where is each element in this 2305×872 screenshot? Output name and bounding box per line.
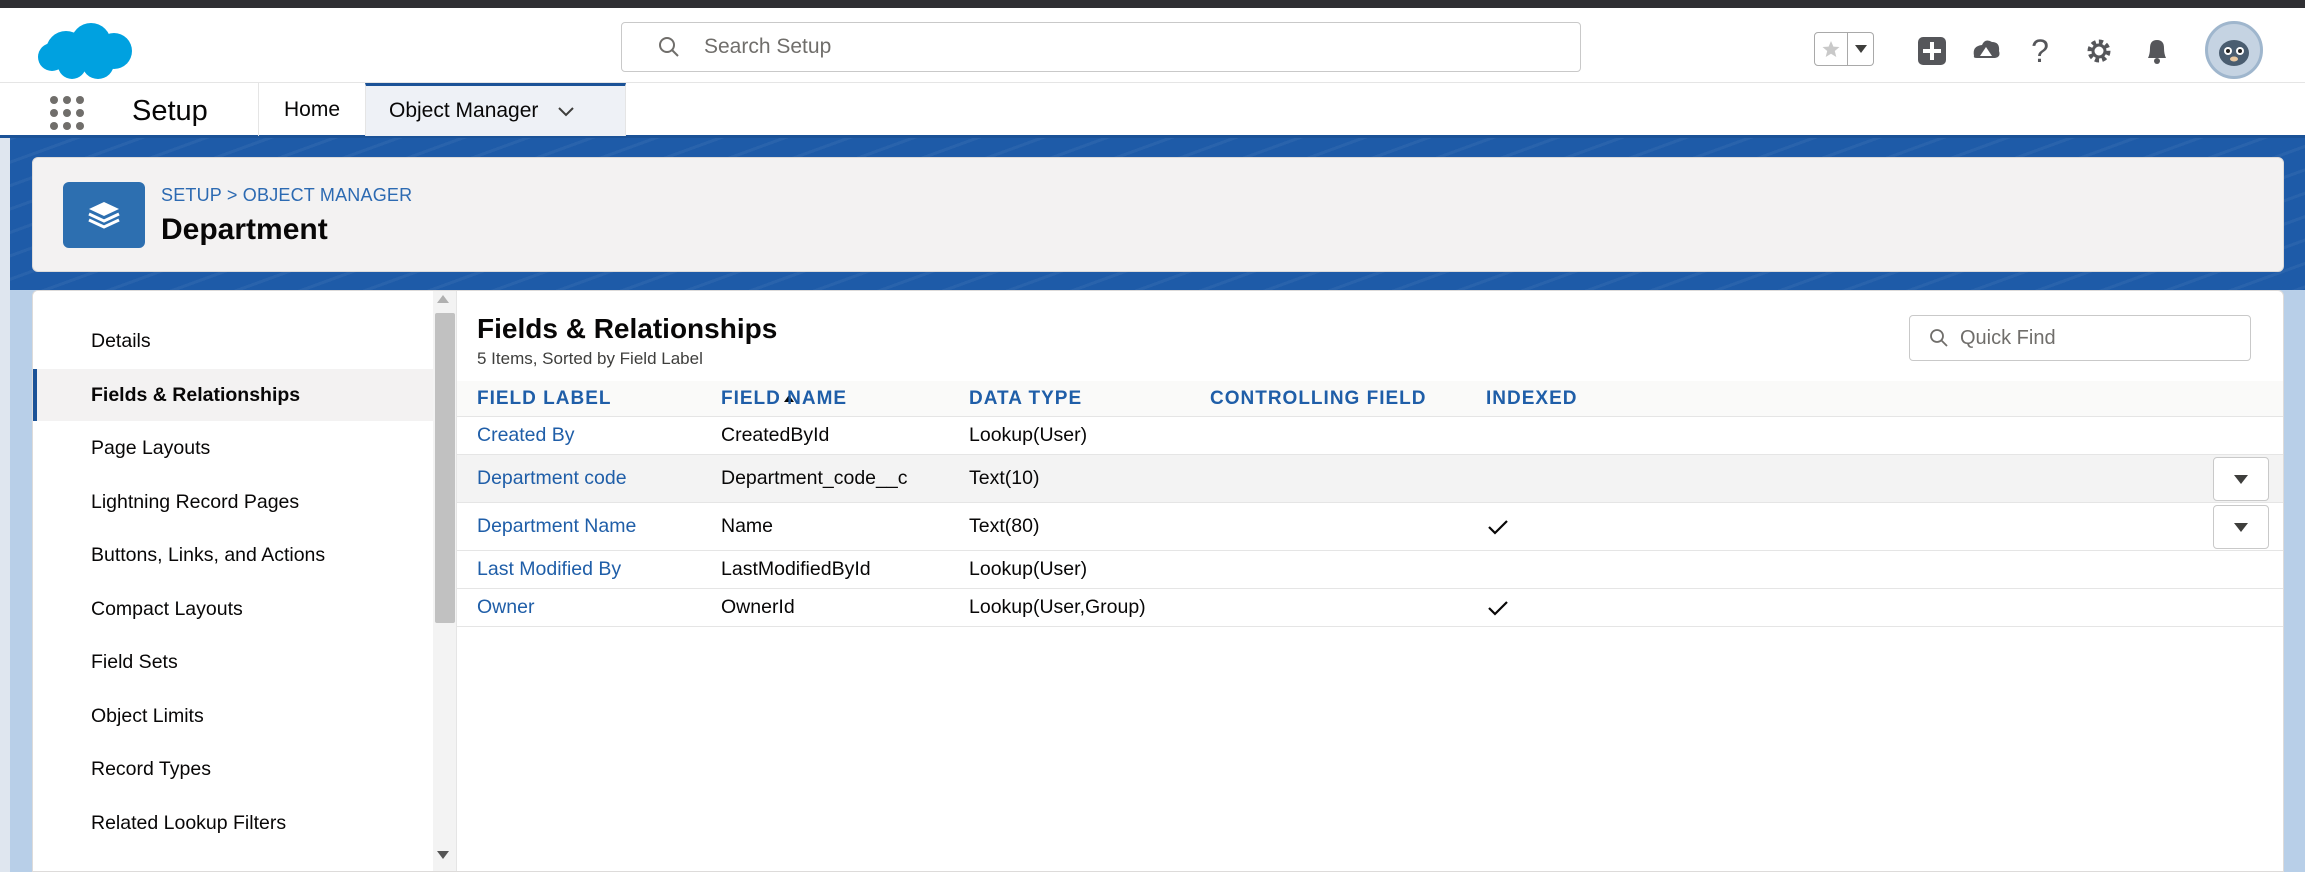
- scroll-up-arrow-icon[interactable]: [437, 295, 449, 303]
- favorites-star-icon[interactable]: [1814, 32, 1848, 66]
- breadcrumb[interactable]: SETUP > OBJECT MANAGER: [161, 185, 412, 206]
- column-header-data-type[interactable]: DATA TYPE: [969, 381, 1082, 417]
- sidebar-item-buttons-links-actions[interactable]: Buttons, Links, and Actions: [33, 529, 433, 581]
- content-subtitle: 5 Items, Sorted by Field Label: [477, 349, 703, 368]
- field-label-link[interactable]: Created By: [477, 417, 575, 454]
- row-actions-menu-button[interactable]: [2213, 457, 2269, 501]
- chevron-down-icon: [2234, 474, 2248, 484]
- app-launcher-icon[interactable]: [50, 96, 90, 130]
- help-icon[interactable]: ?: [2024, 35, 2056, 67]
- sidebar-item-lightning-record-pages[interactable]: Lightning Record Pages: [33, 476, 433, 528]
- chevron-down-icon: [2234, 522, 2248, 532]
- table-row: Last Modified By LastModifiedById Lookup…: [457, 551, 2283, 589]
- data-type-cell: Text(10): [969, 467, 1040, 489]
- object-sidebar: Details Fields & Relationships Page Layo…: [33, 291, 433, 871]
- chevron-down-icon[interactable]: [554, 99, 578, 123]
- favorites-menu-icon[interactable]: [1848, 32, 1874, 66]
- sidebar-item-object-limits[interactable]: Object Limits: [33, 690, 433, 742]
- sidebar-item-compact-layouts[interactable]: Compact Layouts: [33, 583, 433, 635]
- window-top-strip: [0, 0, 2305, 8]
- sidebar-scrollbar[interactable]: [433, 291, 457, 871]
- setup-gear-icon[interactable]: [2083, 35, 2115, 67]
- field-name-cell: CreatedById: [721, 424, 830, 446]
- indexed-check-icon: [1487, 589, 1509, 626]
- column-header-field-name[interactable]: FIELD NAME: [721, 381, 847, 417]
- object-detail-body: Details Fields & Relationships Page Layo…: [32, 290, 2284, 872]
- sidebar-item-record-types[interactable]: Record Types: [33, 743, 433, 795]
- field-label-link[interactable]: Last Modified By: [477, 551, 621, 588]
- data-type-cell: Lookup(User,Group): [969, 596, 1146, 618]
- table-row: Department code Department_code__c Text(…: [457, 455, 2283, 503]
- sidebar-item-page-layouts[interactable]: Page Layouts: [33, 422, 433, 474]
- field-name-cell: LastModifiedById: [721, 558, 871, 580]
- row-actions-menu-button[interactable]: [2213, 505, 2269, 549]
- global-header: ?: [0, 8, 2305, 82]
- data-type-cell: Lookup(User): [969, 424, 1088, 446]
- search-input[interactable]: [704, 35, 1304, 59]
- sidebar-item-details[interactable]: Details: [33, 315, 433, 367]
- user-avatar[interactable]: [2205, 21, 2263, 79]
- table-row: Department Name Name Text(80): [457, 503, 2283, 551]
- data-type-cell: Lookup(User): [969, 558, 1088, 580]
- search-icon: [1930, 329, 1948, 347]
- field-label-link[interactable]: Owner: [477, 589, 534, 626]
- object-layers-icon: [63, 182, 145, 248]
- indexed-check-icon: [1487, 503, 1509, 550]
- salesforce-logo[interactable]: [36, 21, 142, 83]
- field-name-cell: Name: [721, 515, 774, 537]
- content-title: Fields & Relationships: [477, 313, 778, 344]
- table-row: Created By CreatedById Lookup(User): [457, 417, 2283, 455]
- search-icon: [659, 37, 679, 57]
- sidebar-item-fields-relationships[interactable]: Fields & Relationships: [33, 369, 433, 421]
- scrollbar-thumb[interactable]: [435, 313, 455, 623]
- global-add-icon[interactable]: [1916, 35, 1948, 67]
- tab-object-manager[interactable]: Object Manager: [365, 83, 626, 136]
- left-edge: [0, 138, 10, 872]
- object-page-header: SETUP > OBJECT MANAGER Department: [32, 157, 2284, 272]
- notifications-bell-icon[interactable]: [2141, 35, 2173, 67]
- field-name-cell: Department_code__c: [721, 467, 908, 489]
- quick-find-box[interactable]: [1909, 315, 2251, 361]
- field-name-cell: OwnerId: [721, 596, 795, 618]
- column-header-controlling-field[interactable]: CONTROLLING FIELD: [1210, 381, 1426, 417]
- column-header-indexed[interactable]: INDEXED: [1486, 381, 1577, 417]
- table-row: Owner OwnerId Lookup(User,Group): [457, 589, 2283, 627]
- context-bar: Setup Home Object Manager: [0, 82, 2305, 138]
- quick-find-input[interactable]: [1960, 326, 2220, 350]
- field-label-link[interactable]: Department code: [477, 455, 627, 502]
- sidebar-item-field-sets[interactable]: Field Sets: [33, 636, 433, 688]
- data-type-cell: Text(80): [969, 515, 1040, 537]
- table-header: FIELD LABEL FIELD NAME DATA TYPE CONTROL…: [457, 381, 2283, 417]
- favorites-group: [1814, 32, 1874, 66]
- tab-home[interactable]: Home: [258, 83, 365, 136]
- tab-object-manager-label: Object Manager: [389, 99, 539, 122]
- trailhead-icon[interactable]: [1970, 35, 2002, 67]
- svg-text:?: ?: [2031, 35, 2049, 67]
- column-header-field-label[interactable]: FIELD LABEL: [477, 381, 612, 417]
- scroll-down-arrow-icon[interactable]: [437, 851, 449, 859]
- app-name: Setup: [132, 95, 208, 127]
- page-title: Department: [161, 213, 328, 246]
- global-search[interactable]: [621, 22, 1581, 72]
- field-label-link[interactable]: Department Name: [477, 503, 636, 550]
- sidebar-item-related-lookup-filters[interactable]: Related Lookup Filters: [33, 797, 433, 849]
- fields-relationships-panel: Fields & Relationships 5 Items, Sorted b…: [457, 291, 2283, 871]
